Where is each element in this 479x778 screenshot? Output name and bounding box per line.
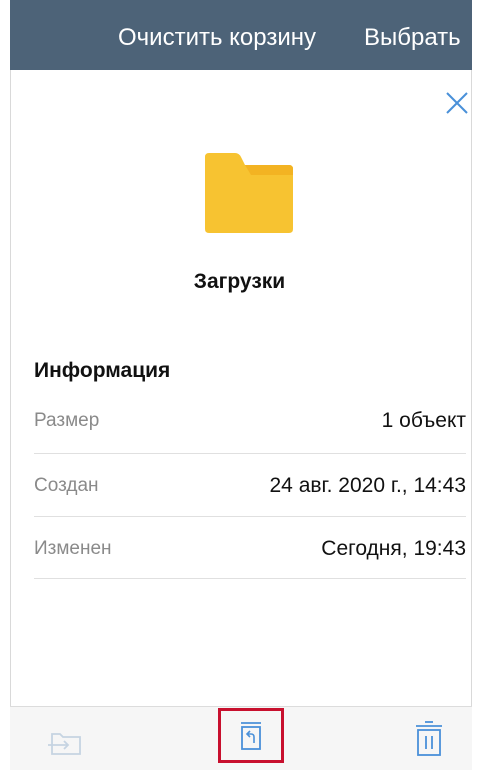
move-to-folder-icon — [48, 733, 81, 755]
info-section-title: Информация — [34, 359, 171, 382]
delete-button[interactable] — [414, 721, 444, 757]
info-label: Создан — [34, 474, 99, 496]
folder-name: Загрузки — [193, 270, 286, 293]
screen: Очистить корзину Выбрать Загрузки Информ… — [0, 0, 479, 778]
info-value: 24 авг. 2020 г., 14:43 — [269, 473, 467, 497]
restore-button[interactable] — [218, 708, 284, 763]
restore-icon — [241, 722, 261, 750]
close-button[interactable] — [444, 90, 470, 116]
info-row-created: Создан 24 авг. 2020 г., 14:43 — [34, 455, 466, 516]
divider — [34, 453, 466, 454]
info-row-modified: Изменен Сегодня, 19:43 — [34, 518, 466, 579]
info-row-size: Размер 1 объект — [34, 390, 466, 451]
trash-icon — [416, 721, 442, 756]
frame-border-left — [10, 0, 11, 770]
info-label: Размер — [34, 409, 100, 431]
clear-trash-button[interactable]: Очистить корзину — [118, 24, 316, 52]
info-value: 1 объект — [381, 408, 466, 432]
info-value: Сегодня, 19:43 — [321, 536, 466, 560]
info-label: Изменен — [34, 537, 112, 559]
move-button[interactable] — [46, 728, 86, 758]
select-button[interactable]: Выбрать — [364, 24, 461, 52]
frame-border-right — [471, 0, 472, 770]
divider — [34, 578, 466, 579]
close-icon — [446, 92, 468, 114]
divider — [34, 516, 466, 517]
folder-icon — [201, 153, 297, 233]
